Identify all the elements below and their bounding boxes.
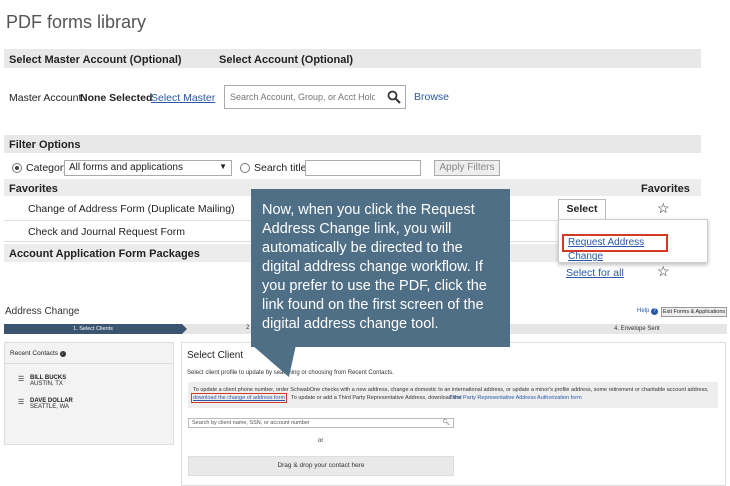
tooltip-callout: Now, when you click the Request Address … — [251, 189, 510, 347]
favorite-item[interactable]: Change of Address Form (Duplicate Mailin… — [28, 203, 235, 215]
select-client-heading: Select Client — [187, 350, 244, 361]
search-titles-label: Search titles — [254, 162, 312, 174]
account-heading: Select Account (Optional) — [219, 54, 354, 66]
master-account-label: Master Account: — [9, 92, 85, 104]
download-change-of-address-link[interactable]: download the change of address form — [193, 395, 285, 401]
favorites-column-label: Favorites — [641, 183, 690, 195]
favorite-item[interactable]: Check and Journal Request Form — [28, 226, 185, 238]
list-icon: ☰ — [18, 399, 25, 406]
select-client-instruction: Select client profile to update by searc… — [187, 370, 394, 376]
filter-options-bar: Filter Options — [4, 135, 701, 153]
help-link[interactable]: Help ? — [637, 308, 659, 315]
select-master-link[interactable]: Select Master — [151, 92, 215, 104]
account-search-input[interactable] — [225, 86, 375, 108]
recent-contacts-panel: Recent Contacts i ☰ BILL BUCKS AUSTIN, T… — [4, 342, 174, 445]
contact-list-item[interactable]: ☰ BILL BUCKS AUSTIN, TX — [18, 375, 66, 387]
page-title: PDF forms library — [6, 12, 147, 32]
browse-link[interactable]: Browse — [414, 91, 449, 103]
search-icon[interactable] — [387, 90, 401, 104]
info-text-mid: To update or add a Third Party Represent… — [291, 395, 461, 401]
exit-forms-button[interactable]: Exit Forms & Applications — [661, 307, 727, 317]
info-box: To update a client phone number, order S… — [188, 382, 718, 408]
account-selection-bar: Select Master Account (Optional) Select … — [4, 49, 701, 68]
search-icon[interactable]: 🔍︎ — [442, 419, 450, 427]
drag-drop-zone[interactable]: Drag & drop your contact here — [188, 456, 454, 476]
or-text: or — [318, 438, 324, 444]
info-icon: i — [59, 351, 66, 357]
address-change-title: Address Change — [5, 306, 80, 317]
search-titles-radio[interactable] — [240, 163, 250, 173]
step-2: 2 — [246, 325, 250, 331]
contact-list-item[interactable]: ☰ DAVE DOLLAR SEATTLE, WA — [18, 398, 73, 410]
step-envelope-sent: 4. Envelope Sent — [614, 326, 660, 332]
category-radio[interactable] — [12, 163, 22, 173]
star-icon[interactable]: ☆ — [657, 200, 670, 217]
chevron-down-icon: ▼ — [219, 162, 227, 171]
category-select-value: All forms and applications — [69, 162, 183, 173]
third-party-form-link[interactable]: Third Party Representative Address Autho… — [449, 395, 582, 401]
step-select-clients: 1. Select Clients — [4, 324, 187, 334]
star-icon[interactable]: ☆ — [657, 263, 670, 280]
request-address-change-link[interactable]: Request Address Change — [562, 234, 668, 262]
master-account-value: None Selected — [80, 92, 153, 104]
select-for-all-link[interactable]: Select for all — [566, 267, 624, 279]
filter-options-heading: Filter Options — [9, 139, 81, 151]
account-search-box — [224, 85, 406, 109]
recent-contacts-heading: Recent Contacts i — [10, 350, 66, 357]
list-icon: ☰ — [18, 376, 25, 383]
category-select[interactable]: All forms and applications ▼ — [64, 160, 232, 176]
master-account-heading: Select Master Account (Optional) — [9, 54, 182, 66]
apply-filters-button[interactable]: Apply Filters — [434, 160, 500, 176]
help-icon: ? — [651, 308, 659, 315]
category-label: Category — [26, 162, 69, 174]
select-dropdown: Request Address Change — [558, 219, 708, 263]
client-search-input[interactable]: Search by client name, SSN, or account n… — [188, 418, 454, 428]
search-titles-input[interactable] — [305, 160, 421, 176]
account-packages-heading: Account Application Form Packages — [9, 248, 200, 260]
favorites-heading: Favorites — [9, 183, 58, 195]
select-button[interactable]: Select — [558, 199, 606, 219]
